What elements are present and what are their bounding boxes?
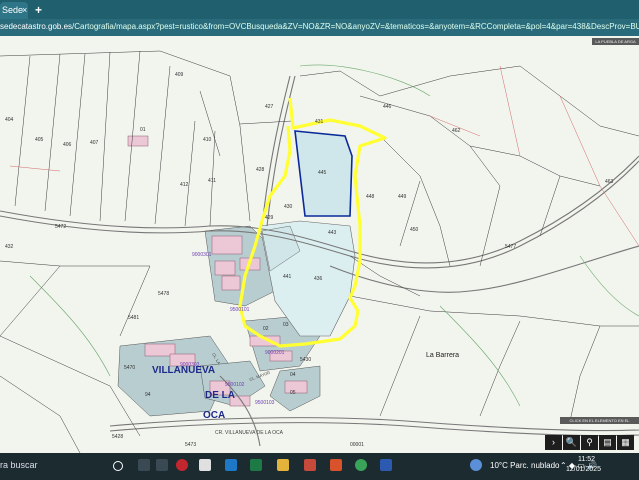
svg-text:9500101: 9500101 bbox=[230, 307, 250, 313]
word-icon[interactable] bbox=[380, 459, 392, 471]
map-title-badge: LA PUEBLA DE ARGA bbox=[592, 38, 639, 45]
svg-text:406: 406 bbox=[63, 142, 72, 148]
town-name-line3: OCA bbox=[203, 410, 225, 421]
svg-text:462: 462 bbox=[452, 128, 461, 134]
url-domain: sedecatastro.gob.es bbox=[0, 22, 72, 31]
svg-text:443: 443 bbox=[328, 230, 337, 236]
opera-icon[interactable] bbox=[176, 459, 188, 471]
svg-text:404: 404 bbox=[5, 117, 14, 123]
svg-text:445: 445 bbox=[318, 170, 327, 176]
svg-text:450: 450 bbox=[410, 227, 419, 233]
svg-text:430: 430 bbox=[284, 204, 293, 210]
svg-text:431: 431 bbox=[315, 119, 324, 125]
road-label: CR. VILLANUEVA DE LA OCA bbox=[215, 430, 284, 436]
windows-taskbar: ra buscar 10°C Parc. nublado ⌃ ◆ ▭ 🔊 11:… bbox=[0, 453, 639, 480]
map-info-strip: CLICK EN EL ELEMENTO EN EL bbox=[560, 417, 639, 424]
close-tab-icon[interactable]: × bbox=[22, 5, 27, 15]
svg-text:441: 441 bbox=[283, 274, 292, 280]
svg-text:5481: 5481 bbox=[128, 315, 139, 321]
svg-text:5473: 5473 bbox=[185, 442, 196, 448]
new-tab-button[interactable]: + bbox=[35, 3, 42, 17]
svg-text:409: 409 bbox=[175, 72, 184, 78]
svg-text:9000301: 9000301 bbox=[192, 252, 212, 258]
svg-text:9500102: 9500102 bbox=[225, 382, 245, 388]
svg-text:463: 463 bbox=[605, 179, 614, 185]
browser-tab[interactable]: Sede - 1 × bbox=[0, 2, 28, 19]
svg-text:04: 04 bbox=[290, 372, 296, 378]
svg-text:02: 02 bbox=[263, 326, 269, 332]
calendar-icon[interactable] bbox=[199, 459, 211, 471]
svg-text:5472: 5472 bbox=[55, 224, 66, 230]
svg-text:03: 03 bbox=[283, 322, 289, 328]
print-icon[interactable]: ▦ bbox=[617, 435, 634, 450]
town-name-line1: VILLANUEVA bbox=[152, 365, 215, 376]
search-icon[interactable]: 🔍 bbox=[563, 435, 580, 450]
clock-date[interactable]: 12/01/2025 bbox=[566, 466, 601, 473]
powerpoint-icon[interactable] bbox=[330, 459, 342, 471]
cadastral-map[interactable]: 404 405 406 407 409 410 411 412 427 428 … bbox=[0, 36, 639, 453]
svg-text:449: 449 bbox=[398, 194, 407, 200]
chat-icon[interactable] bbox=[156, 459, 168, 471]
svg-text:94: 94 bbox=[145, 392, 151, 398]
svg-text:5470: 5470 bbox=[124, 365, 135, 371]
svg-text:5478: 5478 bbox=[158, 291, 169, 297]
svg-text:00001: 00001 bbox=[350, 442, 364, 448]
highlight-parcels bbox=[260, 131, 355, 336]
layers-icon[interactable]: ▤ bbox=[599, 435, 616, 450]
place-name-label: La Barrera bbox=[426, 352, 459, 359]
excel-icon[interactable] bbox=[250, 459, 262, 471]
svg-text:5430: 5430 bbox=[300, 357, 311, 363]
weather-icon bbox=[470, 459, 482, 471]
map-canvas[interactable]: 404 405 406 407 409 410 411 412 427 428 … bbox=[0, 36, 639, 453]
taskbar-search-box[interactable]: ra buscar bbox=[0, 460, 38, 470]
svg-text:9000201: 9000201 bbox=[265, 350, 285, 356]
task-view-icon[interactable] bbox=[113, 461, 123, 471]
town-name-line2: DE LA bbox=[205, 390, 235, 401]
svg-text:01: 01 bbox=[140, 127, 146, 133]
svg-text:446: 446 bbox=[383, 104, 392, 110]
svg-text:428: 428 bbox=[256, 167, 265, 173]
svg-text:436: 436 bbox=[314, 276, 323, 282]
zoom-icon[interactable]: ⚲ bbox=[581, 435, 598, 450]
widgets-icon[interactable] bbox=[138, 459, 150, 471]
clock-time[interactable]: 11:52 bbox=[578, 456, 595, 463]
svg-text:9500103: 9500103 bbox=[255, 400, 275, 406]
browser-tab-bar: Sede - 1 × + bbox=[0, 0, 639, 19]
next-button[interactable]: › bbox=[545, 435, 562, 450]
file-explorer-icon[interactable] bbox=[277, 459, 289, 471]
url-path: /Cartografia/mapa.aspx?pest=rustico&from… bbox=[72, 22, 639, 31]
svg-text:410: 410 bbox=[203, 137, 212, 143]
svg-text:5428: 5428 bbox=[112, 434, 123, 440]
svg-text:432: 432 bbox=[5, 244, 14, 250]
app-icon[interactable] bbox=[304, 459, 316, 471]
mail-icon[interactable] bbox=[225, 459, 237, 471]
svg-text:5477: 5477 bbox=[505, 244, 516, 250]
weather-text[interactable]: 10°C Parc. nublado bbox=[490, 461, 559, 470]
svg-text:429: 429 bbox=[265, 215, 274, 221]
url-text[interactable]: sedecatastro.gob.es/Cartografia/mapa.asp… bbox=[0, 22, 639, 31]
address-bar[interactable]: sedecatastro.gob.es/Cartografia/mapa.asp… bbox=[0, 19, 639, 36]
svg-text:448: 448 bbox=[366, 194, 375, 200]
svg-text:412: 412 bbox=[180, 182, 189, 188]
svg-text:427: 427 bbox=[265, 104, 274, 110]
svg-text:405: 405 bbox=[35, 137, 44, 143]
svg-text:411: 411 bbox=[208, 178, 216, 184]
svg-text:407: 407 bbox=[90, 140, 99, 146]
chrome-icon[interactable] bbox=[355, 459, 367, 471]
svg-text:05: 05 bbox=[290, 390, 296, 396]
